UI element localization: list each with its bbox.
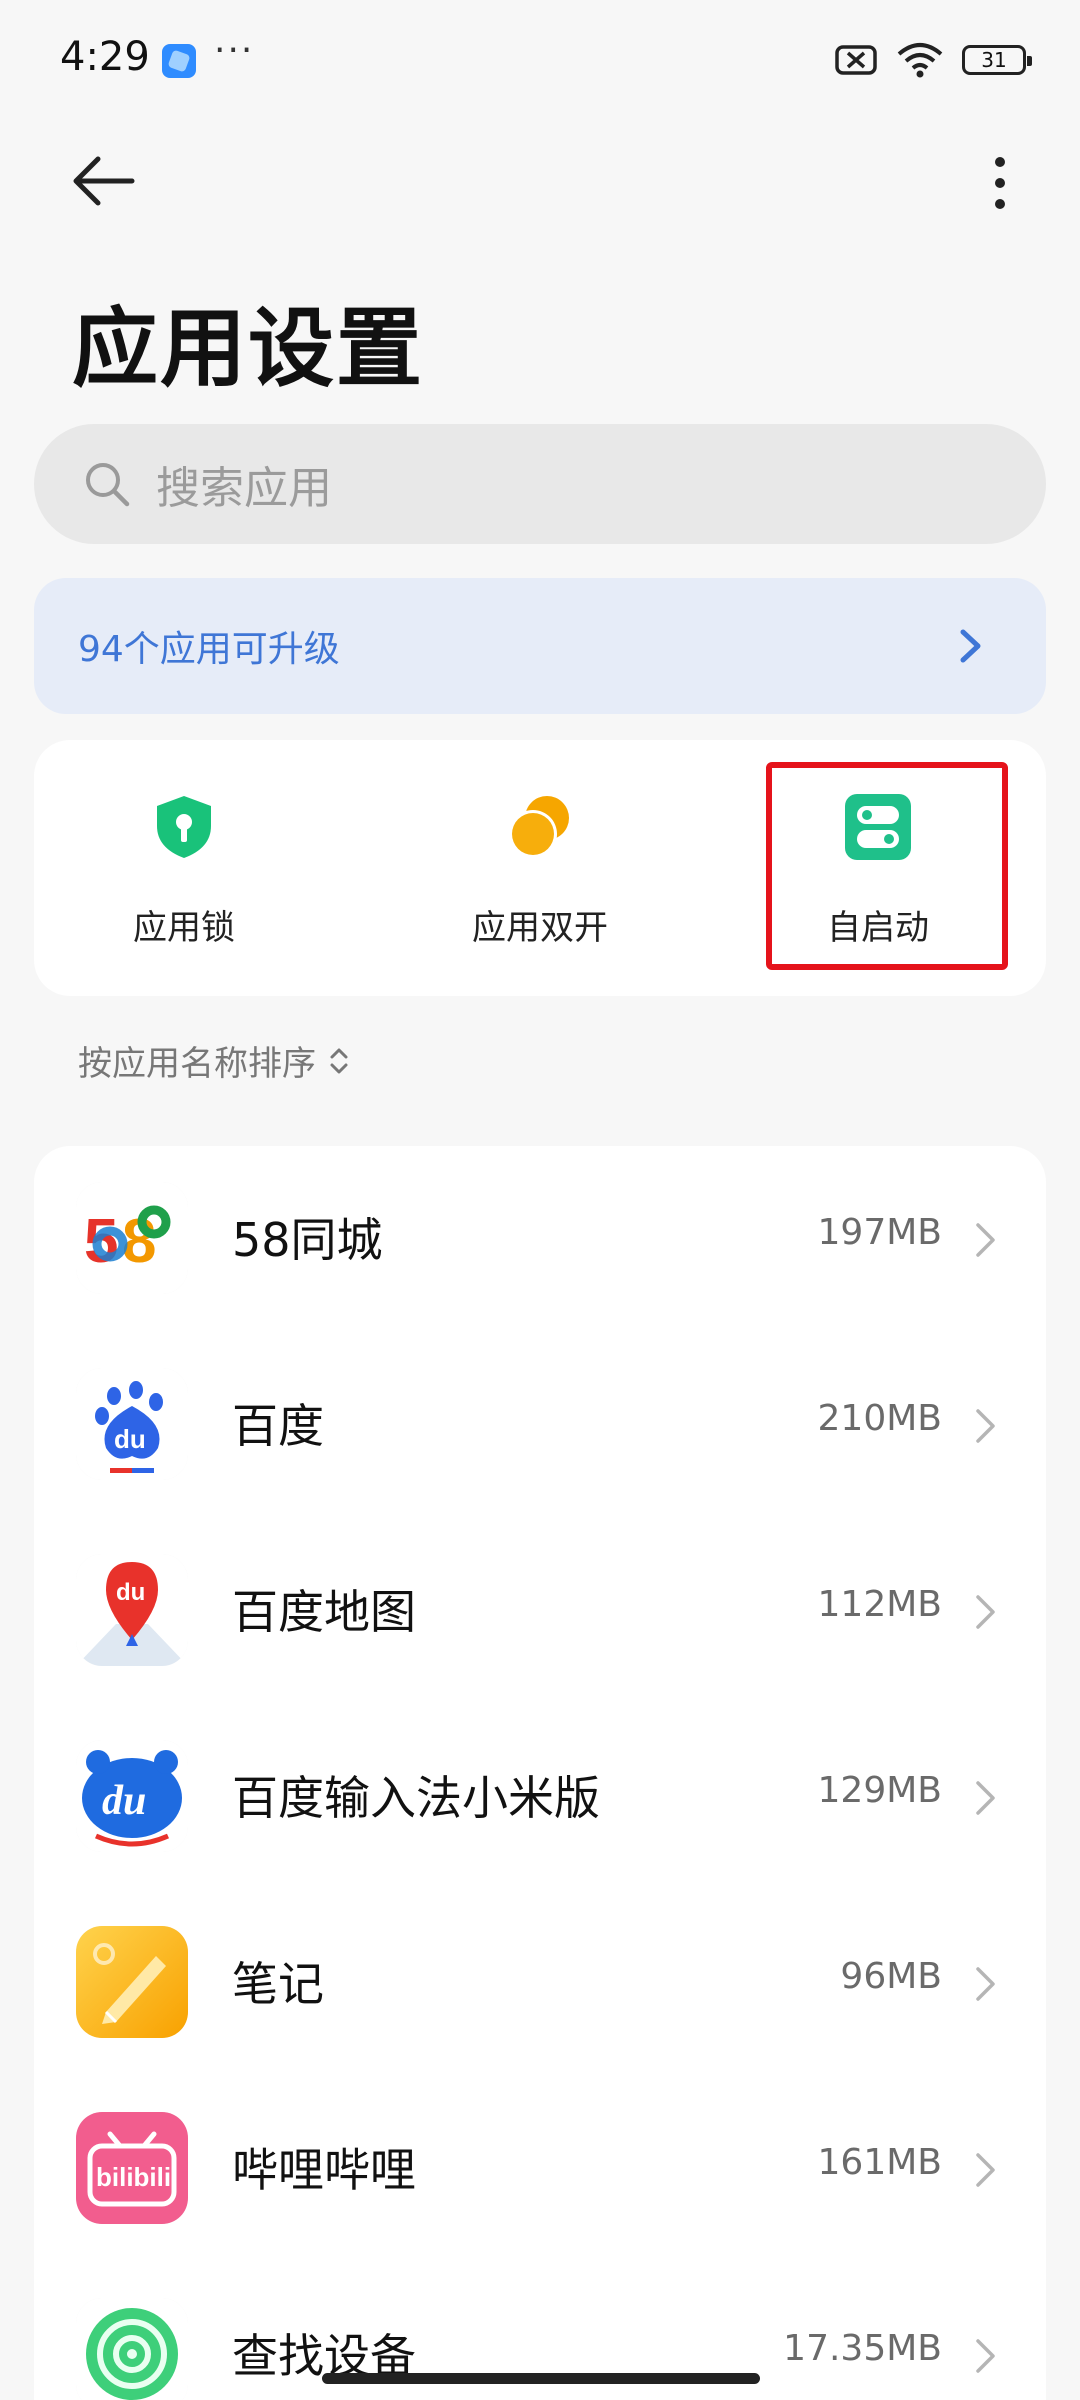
page-title: 应用设置 (72, 299, 424, 399)
svg-text:du: du (116, 1579, 145, 1606)
sort-selector[interactable]: 按应用名称排序 (78, 1036, 350, 1085)
shield-lock-icon (157, 796, 211, 858)
chevron-right-icon (976, 2339, 995, 2373)
58-tongcheng-icon: 5 8 (76, 1182, 188, 1294)
chevron-right-icon (976, 1967, 995, 2001)
highlight-box (766, 762, 1008, 970)
upgrade-banner[interactable]: 94个应用可升级 (34, 578, 1046, 714)
chevron-right-icon (976, 1223, 995, 1257)
app-size: 17.35MB (783, 2328, 942, 2369)
list-item-notes[interactable]: 笔记 96MB (34, 1890, 1046, 2076)
dual-apps-label: 应用双开 (472, 908, 608, 948)
app-name: 百度 (232, 1399, 324, 1453)
sort-chevron-icon (330, 1048, 348, 1073)
status-time: 4:29 (60, 34, 150, 80)
status-indicators: 31 (834, 42, 1032, 78)
search-placeholder: 搜索应用 (156, 463, 332, 514)
svg-text:du: du (102, 1778, 146, 1824)
top-bar (0, 130, 1080, 230)
app-name: 百度输入法小米版 (232, 1771, 600, 1825)
more-options-button[interactable] (970, 148, 1030, 218)
app-size: 197MB (817, 1212, 942, 1253)
back-arrow-icon (73, 156, 135, 206)
app-name: 58同城 (232, 1213, 383, 1267)
status-more-indicator: ··· (214, 30, 255, 71)
wifi-icon (897, 43, 943, 78)
more-vertical-icon (995, 157, 1005, 209)
chevron-right-icon (960, 629, 981, 663)
dual-apps-button[interactable]: 应用双开 (390, 740, 690, 996)
svg-text:bilibili: bilibili (96, 2162, 171, 2192)
status-bar: 4:29 ··· 31 (0, 0, 1080, 120)
app-size: 112MB (817, 1584, 942, 1625)
list-item-baidu-input[interactable]: du 百度输入法小米版 129MB (34, 1704, 1046, 1890)
battery-icon: 31 (962, 45, 1032, 75)
chevron-right-icon (976, 1781, 995, 1815)
search-input[interactable]: 搜索应用 (34, 424, 1046, 544)
sort-label: 按应用名称排序 (78, 1044, 316, 1084)
chevron-right-icon (976, 1595, 995, 1629)
find-device-icon (76, 2298, 188, 2400)
list-item-baidu[interactable]: du 百度 210MB (34, 1332, 1046, 1518)
search-icon (86, 463, 130, 507)
bilibili-icon: bilibili (76, 2112, 188, 2224)
back-button[interactable] (70, 148, 150, 218)
battery-level: 31 (981, 48, 1007, 72)
app-size: 210MB (817, 1398, 942, 1439)
sim-off-icon (835, 45, 877, 75)
app-list: 5 8 58同城 197MB du 百度 210MB du 百度地图 112MB… (34, 1146, 1046, 2400)
notes-icon (76, 1926, 188, 2038)
list-item-58-tongcheng[interactable]: 5 8 58同城 197MB (34, 1146, 1046, 1332)
svg-text:du: du (114, 1424, 146, 1454)
baidu-map-icon: du (76, 1554, 188, 1666)
app-lock-button[interactable]: 应用锁 (34, 740, 334, 996)
app-name: 笔记 (232, 1957, 324, 2011)
chevron-right-icon (976, 1409, 995, 1443)
chevron-right-icon (976, 2153, 995, 2187)
app-lock-label: 应用锁 (133, 908, 235, 948)
dual-app-icon (509, 796, 569, 858)
list-item-bilibili[interactable]: bilibili 哔哩哔哩 161MB (34, 2076, 1046, 2262)
app-name: 哔哩哔哩 (232, 2143, 416, 2197)
app-notification-icon (162, 44, 196, 78)
app-size: 96MB (840, 1956, 942, 1997)
app-size: 161MB (817, 2142, 942, 2183)
baidu-icon: du (76, 1368, 188, 1480)
app-name: 百度地图 (232, 1585, 416, 1639)
upgrade-text: 94个应用可升级 (78, 629, 340, 670)
list-item-baidu-map[interactable]: du 百度地图 112MB (34, 1518, 1046, 1704)
baidu-input-icon: du (76, 1740, 188, 1852)
home-indicator[interactable] (322, 2373, 760, 2384)
app-size: 129MB (817, 1770, 942, 1811)
